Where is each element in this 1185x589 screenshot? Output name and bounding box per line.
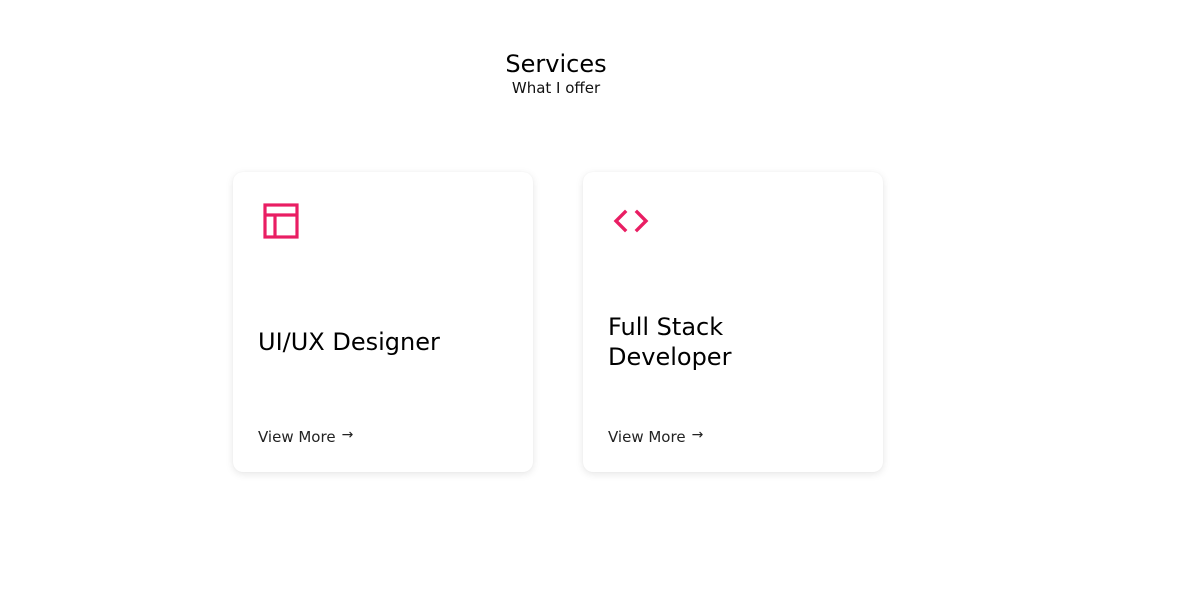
code-icon xyxy=(612,202,650,240)
view-more-label: View More xyxy=(258,428,336,446)
card-title-line: Full Stack xyxy=(608,313,724,341)
card-title: UI/UX Designer xyxy=(258,282,513,402)
view-more-label: View More xyxy=(608,428,686,446)
arrow-right-icon: → xyxy=(341,427,354,443)
service-card-fullstack: Full Stack Developer View More → xyxy=(583,172,883,472)
arrow-right-icon: → xyxy=(691,427,704,443)
services-header: Services What I offer xyxy=(0,49,1112,97)
service-card-uiux: UI/UX Designer View More → xyxy=(233,172,533,472)
card-title: Full Stack Developer xyxy=(608,282,863,402)
view-more-link[interactable]: View More → xyxy=(258,428,353,446)
section-subtitle: What I offer xyxy=(511,79,601,97)
section-title: Services xyxy=(505,50,607,78)
card-title-line: UI/UX Designer xyxy=(258,328,440,356)
card-title-line: Developer xyxy=(608,343,732,371)
view-more-link[interactable]: View More → xyxy=(608,428,703,446)
layout-icon xyxy=(262,202,300,240)
